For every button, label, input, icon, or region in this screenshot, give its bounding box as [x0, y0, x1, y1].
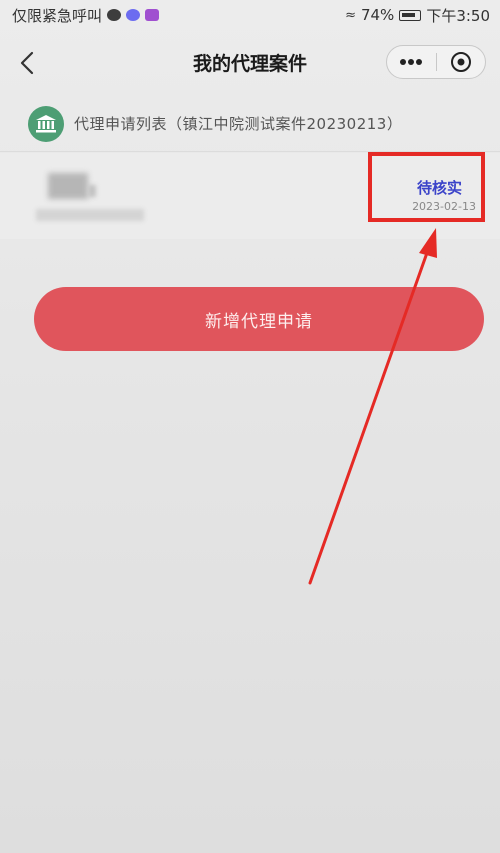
clock: 下午3:50 [426, 6, 490, 25]
status-bar-right: ≈ 74% 下午3:50 [345, 5, 490, 26]
gallery-icon [145, 9, 160, 21]
redacted-case-name-tail [88, 185, 96, 197]
battery-percent: 74% [360, 6, 395, 24]
redacted-case-subtitle [36, 209, 144, 221]
close-button[interactable] [437, 46, 486, 78]
page-title: 我的代理案件 [192, 52, 307, 75]
highlight-annotation-box [368, 152, 485, 222]
status-bar: 仅限紧急呼叫 ≈ 74% 下午3:50 [0, 0, 500, 30]
add-agency-application-button[interactable]: 新增代理申请 [34, 287, 484, 351]
redacted-case-name [48, 173, 88, 199]
list-header: 代理申请列表（镇江中院测试案件20230213） [0, 96, 500, 152]
wifi-icon: ≈ [345, 7, 356, 23]
more-dots-icon [400, 59, 423, 65]
app-notification-icon [126, 9, 141, 21]
navigation-bar: 我的代理案件 [0, 36, 500, 88]
more-button[interactable] [387, 46, 436, 78]
miniprogram-capsule [386, 45, 486, 79]
wechat-icon [107, 9, 122, 21]
close-target-icon [450, 52, 471, 72]
battery-icon [399, 9, 422, 21]
list-header-title: 代理申请列表（镇江中院测试案件20230213） [74, 115, 403, 133]
carrier-text: 仅限紧急呼叫 [12, 6, 103, 25]
back-arrow-icon[interactable] [16, 50, 42, 76]
court-building-icon [28, 105, 64, 142]
status-bar-left: 仅限紧急呼叫 [12, 5, 160, 26]
